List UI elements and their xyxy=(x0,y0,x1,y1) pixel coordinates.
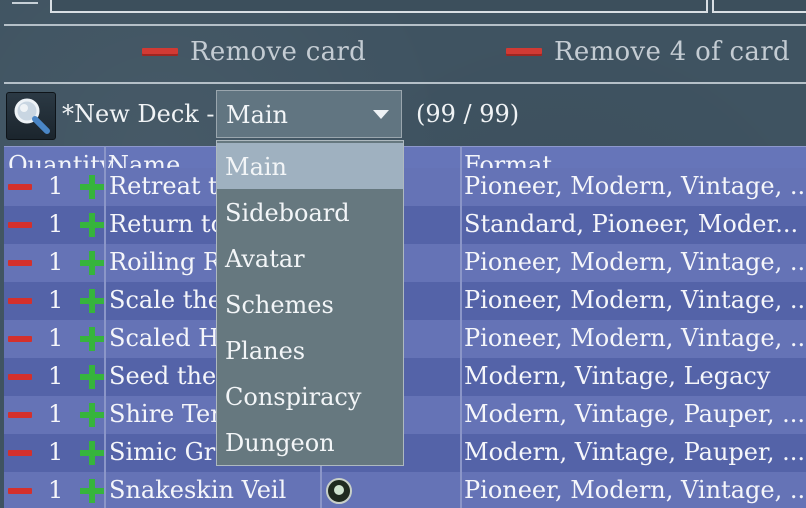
remove-row-button[interactable] xyxy=(8,450,32,456)
row-name: Simic Gro xyxy=(109,438,230,466)
row-name: Retreat to xyxy=(109,172,233,200)
row-name: Scale the xyxy=(109,286,223,314)
row-quantity: 1 xyxy=(48,172,64,200)
table-row[interactable]: 1 Return to Standard, Pioneer, Moder... xyxy=(4,206,806,244)
section-select[interactable]: Main xyxy=(216,90,402,138)
table-row[interactable]: 1 Retreat to Pioneer, Modern, Vintage, .… xyxy=(4,168,806,206)
row-quantity: 1 xyxy=(48,210,64,238)
remove-row-button[interactable] xyxy=(8,184,32,190)
table-row[interactable]: 1 Shire Ter Modern, Vintage, Pauper, ... xyxy=(4,396,806,434)
row-format: Pioneer, Modern, Vintage, ... xyxy=(464,172,806,200)
row-name: Return to xyxy=(109,210,226,238)
chevron-down-icon xyxy=(373,110,389,119)
dropdown-option-conspiracy[interactable]: Conspiracy xyxy=(217,373,403,419)
row-quantity: 1 xyxy=(48,248,64,276)
row-format: Standard, Pioneer, Moder... xyxy=(464,210,799,238)
row-format: Pioneer, Modern, Vintage, ... xyxy=(464,248,806,276)
remove-row-button[interactable] xyxy=(8,488,32,494)
remove-card-label: Remove card xyxy=(190,37,367,67)
table-row[interactable]: 1 Seed the Modern, Vintage, Legacy xyxy=(4,358,806,396)
table-row[interactable]: 1 Scale the Pioneer, Modern, Vintage, ..… xyxy=(4,282,806,320)
remove-row-button[interactable] xyxy=(8,222,32,228)
divider xyxy=(4,24,806,26)
remove-four-label: Remove 4 of card xyxy=(554,37,790,67)
remove-four-button[interactable]: Remove 4 of card xyxy=(506,36,790,68)
search-button[interactable] xyxy=(6,92,56,140)
filter-field[interactable] xyxy=(712,0,806,13)
row-name: Seed the xyxy=(109,362,217,390)
dropdown-option-avatar[interactable]: Avatar xyxy=(217,235,403,281)
deck-table: Quantity Name Format 1 Retreat to Pionee… xyxy=(4,146,806,508)
row-format: Modern, Vintage, Pauper, ... xyxy=(464,400,805,428)
dropdown-option-main[interactable]: Main xyxy=(217,143,403,189)
dropdown-option-sideboard[interactable]: Sideboard xyxy=(217,189,403,235)
row-name: Shire Ter xyxy=(109,400,222,428)
dropdown-option-dungeon[interactable]: Dungeon xyxy=(217,419,403,465)
row-quantity: 1 xyxy=(48,476,64,504)
search-field[interactable] xyxy=(50,0,708,13)
menu-icon[interactable] xyxy=(12,0,38,4)
add-row-button[interactable] xyxy=(80,441,104,465)
table-row[interactable]: 1 Simic Gro Modern, Vintage, Pauper, ... xyxy=(4,434,806,472)
row-format: Pioneer, Modern, Vintage, ... xyxy=(464,286,806,314)
remove-card-button[interactable]: Remove card xyxy=(142,36,366,68)
add-row-button[interactable] xyxy=(80,175,104,199)
row-quantity: 1 xyxy=(48,324,64,352)
column-separator[interactable] xyxy=(460,146,462,508)
add-row-button[interactable] xyxy=(80,479,104,503)
table-row[interactable]: 1 Snakeskin Veil Pioneer, Modern, Vintag… xyxy=(4,472,806,508)
remove-row-button[interactable] xyxy=(8,298,32,304)
add-row-button[interactable] xyxy=(80,289,104,313)
row-format: Modern, Vintage, Legacy xyxy=(464,362,771,390)
remove-row-button[interactable] xyxy=(8,412,32,418)
table-row[interactable]: 1 Scaled He Pioneer, Modern, Vintage, ..… xyxy=(4,320,806,358)
dropdown-option-schemes[interactable]: Schemes xyxy=(217,281,403,327)
row-quantity: 1 xyxy=(48,362,64,390)
add-row-button[interactable] xyxy=(80,365,104,389)
remove-row-button[interactable] xyxy=(8,336,32,342)
row-format: Pioneer, Modern, Vintage, ... xyxy=(464,324,806,352)
divider xyxy=(4,82,806,84)
row-quantity: 1 xyxy=(48,286,64,314)
section-select-value: Main xyxy=(226,101,289,129)
deck-title: *New Deck - xyxy=(62,100,215,128)
add-row-button[interactable] xyxy=(80,213,104,237)
section-dropdown-list: Main Sideboard Avatar Schemes Planes Con… xyxy=(216,140,404,466)
minus-icon xyxy=(506,48,542,56)
add-row-button[interactable] xyxy=(80,251,104,275)
dropdown-option-planes[interactable]: Planes xyxy=(217,327,403,373)
green-mana-icon xyxy=(326,478,352,504)
row-format: Modern, Vintage, Pauper, ... xyxy=(464,438,805,466)
row-name: Snakeskin Veil xyxy=(109,476,287,504)
table-row[interactable]: 1 Roiling R Pioneer, Modern, Vintage, ..… xyxy=(4,244,806,282)
magnifier-icon xyxy=(14,98,50,134)
row-name: Roiling R xyxy=(109,248,222,276)
column-separator[interactable] xyxy=(104,146,106,508)
remove-row-button[interactable] xyxy=(8,374,32,380)
add-row-button[interactable] xyxy=(80,403,104,427)
minus-icon xyxy=(142,48,178,56)
card-count: (99 / 99) xyxy=(416,100,520,128)
row-quantity: 1 xyxy=(48,438,64,466)
row-format: Pioneer, Modern, Vintage, ... xyxy=(464,476,806,504)
row-name: Scaled He xyxy=(109,324,234,352)
remove-row-button[interactable] xyxy=(8,260,32,266)
add-row-button[interactable] xyxy=(80,327,104,351)
row-quantity: 1 xyxy=(48,400,64,428)
